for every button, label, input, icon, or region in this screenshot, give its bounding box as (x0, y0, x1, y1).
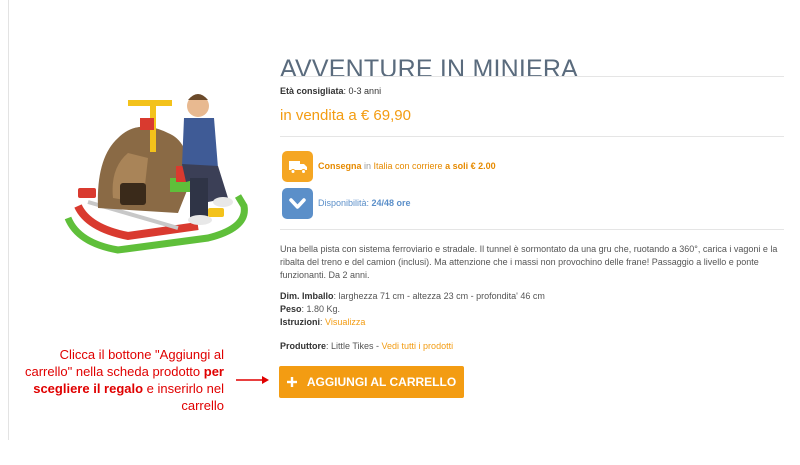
callout-text-2: e inserirlo nel carrello (143, 381, 224, 413)
instructions-link[interactable]: Visualizza (325, 317, 365, 327)
price-divider (280, 136, 784, 137)
weight-label: Peso (280, 304, 302, 314)
add-to-cart-button[interactable]: AGGIUNGI AL CARRELLO (279, 366, 464, 398)
product-price: in vendita a € 69,90 (280, 107, 411, 124)
product-image (64, 94, 248, 254)
producer: Produttore: Little Tikes - Vedi tutti i … (280, 341, 453, 351)
availability-label: Disponibilità: (318, 198, 372, 208)
product-specs: Dim. Imballo: larghezza 71 cm - altezza … (280, 290, 545, 329)
availability-value: 24/48 ore (371, 198, 411, 208)
features-divider (280, 229, 784, 230)
availability-info: Disponibilità: 24/48 ore (318, 198, 411, 208)
delivery-info: Consegna in Italia con corriere a soli €… (318, 161, 496, 171)
view-all-products-link[interactable]: Vedi tutti i prodotti (382, 341, 454, 351)
product-title: AVVENTURE IN MINIERA (280, 54, 579, 83)
delivery-label: Consegna (318, 161, 362, 171)
delivery-in: in (361, 161, 374, 171)
delivery-truck-icon (282, 151, 313, 182)
instruction-callout: Clicca il bottone "Aggiungi al carrello"… (10, 346, 224, 414)
callout-text-1: Clicca il bottone "Aggiungi al carrello"… (24, 347, 224, 379)
chevron-down-icon (282, 188, 313, 219)
recommended-age: Età consigliata: 0-3 anni (280, 86, 382, 96)
delivery-cost: a soli € 2.00 (442, 161, 496, 171)
age-label: Età consigliata (280, 86, 344, 96)
producer-label: Produttore (280, 341, 326, 351)
packaging-dimensions: Dim. Imballo: larghezza 71 cm - altezza … (280, 290, 545, 303)
weight-value: : 1.80 Kg. (301, 304, 341, 314)
left-divider (8, 0, 9, 440)
dimensions-label: Dim. Imballo (280, 291, 334, 301)
plus-icon (286, 377, 297, 387)
dimensions-value: : larghezza 71 cm - altezza 23 cm - prof… (333, 291, 545, 301)
instructions-label: Istruzioni (280, 317, 320, 327)
title-divider (280, 76, 784, 77)
product-description: Una bella pista con sistema ferroviario … (280, 244, 778, 280)
delivery-courier: Italia con corriere (373, 161, 443, 171)
instructions: Istruzioni: Visualizza (280, 316, 545, 329)
producer-value: : Little Tikes - (326, 341, 382, 351)
weight: Peso: 1.80 Kg. (280, 303, 545, 316)
arrow-icon (236, 376, 269, 384)
add-to-cart-label: AGGIUNGI AL CARRELLO (306, 375, 457, 389)
age-value: 0-3 anni (348, 86, 382, 96)
